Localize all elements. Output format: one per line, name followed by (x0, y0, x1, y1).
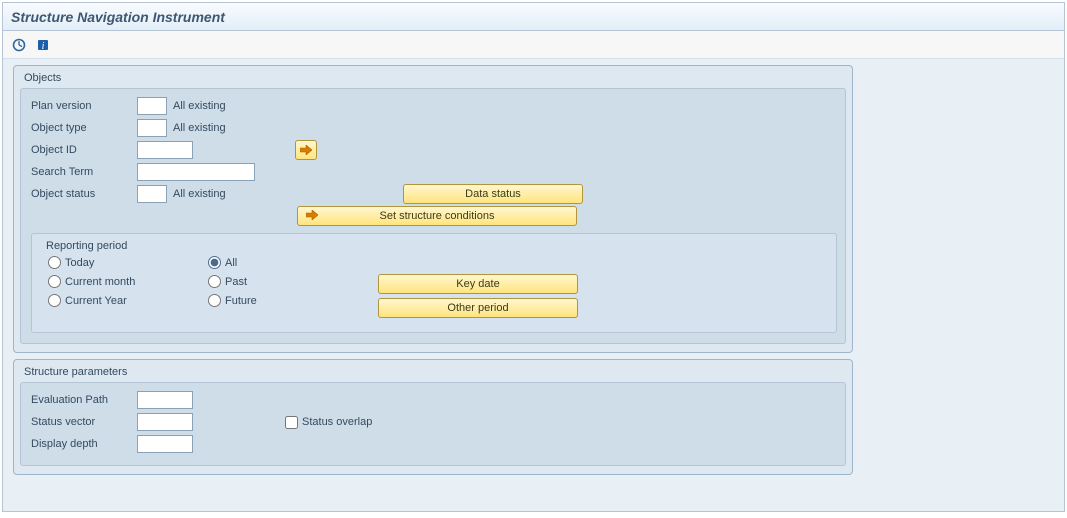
object-id-label: Object ID (31, 144, 131, 156)
reporting-period-panel: Reporting period Today Current month (31, 233, 837, 333)
objects-group-label: Objects (20, 70, 846, 84)
other-period-button-label: Other period (447, 302, 508, 314)
object-type-label: Object type (31, 122, 131, 134)
execute-icon (12, 38, 26, 52)
plan-version-label: Plan version (31, 100, 131, 112)
title-bar: Structure Navigation Instrument (3, 3, 1064, 31)
structure-parameters-label: Structure parameters (20, 364, 846, 378)
plan-version-after: All existing (173, 100, 226, 112)
radio-future-input[interactable] (208, 294, 221, 307)
object-type-after: All existing (173, 122, 226, 134)
object-id-input[interactable] (137, 141, 193, 159)
radio-future[interactable]: Future (208, 294, 328, 307)
content-area: © www.tutorialkart.com Objects Plan vers… (3, 59, 1064, 511)
objects-panel-body: Plan version All existing Object type Al… (20, 88, 846, 344)
set-structure-conditions-label: Set structure conditions (380, 210, 495, 222)
radio-future-label: Future (225, 295, 257, 307)
radio-current-month-label: Current month (65, 276, 135, 288)
search-term-input[interactable] (137, 163, 255, 181)
structure-parameters-panel: Structure parameters Evaluation Path Sta… (13, 359, 853, 475)
arrow-right-icon (306, 210, 318, 223)
status-overlap-checkbox[interactable]: Status overlap (285, 416, 372, 429)
data-status-button-label: Data status (465, 188, 521, 200)
evaluation-path-input[interactable] (137, 391, 193, 409)
objects-panel: Objects Plan version All existing Object… (13, 65, 853, 353)
reporting-period-label: Reporting period (42, 240, 828, 252)
radio-today[interactable]: Today (48, 256, 168, 269)
radio-past-label: Past (225, 276, 247, 288)
radio-current-year-label: Current Year (65, 295, 127, 307)
display-depth-label: Display depth (31, 438, 131, 450)
radio-past[interactable]: Past (208, 275, 328, 288)
status-overlap-label: Status overlap (302, 416, 372, 428)
info-button[interactable]: i (33, 35, 53, 55)
status-vector-input[interactable] (137, 413, 193, 431)
set-structure-conditions-button[interactable]: Set structure conditions (297, 206, 577, 226)
radio-today-input[interactable] (48, 256, 61, 269)
info-icon: i (36, 38, 50, 52)
evaluation-path-label: Evaluation Path (31, 394, 131, 406)
multiple-selection-button[interactable] (295, 140, 317, 160)
object-type-input[interactable] (137, 119, 167, 137)
key-date-button[interactable]: Key date (378, 274, 578, 294)
radio-current-year-input[interactable] (48, 294, 61, 307)
object-status-label: Object status (31, 188, 131, 200)
radio-all-label: All (225, 257, 237, 269)
toolbar: i (3, 31, 1064, 59)
object-status-input[interactable] (137, 185, 167, 203)
data-status-button[interactable]: Data status (403, 184, 583, 204)
radio-current-month[interactable]: Current month (48, 275, 168, 288)
object-status-after: All existing (173, 188, 273, 200)
radio-current-month-input[interactable] (48, 275, 61, 288)
app-window: Structure Navigation Instrument i © www.… (2, 2, 1065, 512)
key-date-button-label: Key date (456, 278, 499, 290)
page-title: Structure Navigation Instrument (11, 9, 225, 25)
radio-current-year[interactable]: Current Year (48, 294, 168, 307)
other-period-button[interactable]: Other period (378, 298, 578, 318)
plan-version-input[interactable] (137, 97, 167, 115)
search-term-label: Search Term (31, 166, 131, 178)
svg-text:i: i (42, 41, 45, 52)
radio-all[interactable]: All (208, 256, 328, 269)
radio-past-input[interactable] (208, 275, 221, 288)
arrow-right-icon (300, 145, 312, 155)
execute-button[interactable] (9, 35, 29, 55)
display-depth-input[interactable] (137, 435, 193, 453)
radio-all-input[interactable] (208, 256, 221, 269)
structure-parameters-body: Evaluation Path Status vector Status ove… (20, 382, 846, 466)
radio-today-label: Today (65, 257, 94, 269)
status-vector-label: Status vector (31, 416, 131, 428)
status-overlap-input[interactable] (285, 416, 298, 429)
